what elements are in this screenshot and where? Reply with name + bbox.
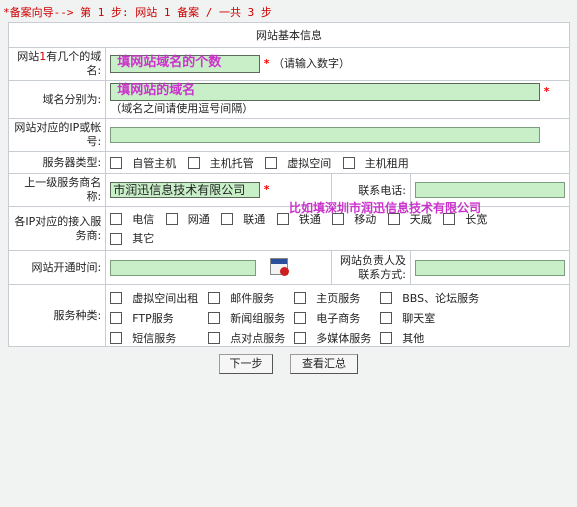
domain-names-label: 域名分别为: <box>7 80 107 119</box>
breadcrumb: *备案向导--> 第 1 步: 网站 1 备案 / 一共 3 步 <box>3 6 272 19</box>
next-step-button[interactable]: 下一步 <box>219 354 273 374</box>
ip-account-label: 网站对应的IP或帐号: <box>7 118 107 152</box>
isp-option: 网通 <box>187 212 210 226</box>
service-checkbox[interactable] <box>294 291 307 304</box>
ip-account-input[interactable] <box>110 127 541 143</box>
contact-input[interactable] <box>414 259 565 276</box>
service-types-label: 服务种类: <box>7 284 107 347</box>
phone-input[interactable] <box>414 182 565 198</box>
required-mark: * <box>263 57 270 70</box>
service-checkbox[interactable] <box>110 311 123 324</box>
domain-names-overlay: 填网站的域名 <box>117 83 196 98</box>
isp-checkbox[interactable] <box>165 213 178 225</box>
server-type-checkbox[interactable] <box>342 156 355 169</box>
domain-count-overlay: 填网站域名的个数 <box>117 55 222 70</box>
open-time-label: 网站开通时间: <box>7 250 107 285</box>
service-checkbox[interactable] <box>380 311 393 324</box>
required-mark: * <box>263 183 270 196</box>
service-option: 点对点服务 <box>230 331 286 345</box>
service-checkbox[interactable] <box>208 331 221 344</box>
service-option: 电子商务 <box>316 311 361 325</box>
service-checkbox[interactable] <box>294 311 307 324</box>
form-title: 网站基本信息 <box>8 22 570 48</box>
provider-value: 市润迅信息技术有限公司 <box>113 183 246 197</box>
server-type-option: 自管主机 <box>132 156 177 170</box>
domain-count-note: （请输入数字） <box>273 57 351 70</box>
open-time-input[interactable] <box>110 259 257 276</box>
server-type-checkbox[interactable] <box>110 156 123 169</box>
calendar-icon[interactable] <box>270 258 289 276</box>
domain-names-input[interactable]: 填网站的域名 <box>110 83 541 101</box>
isp-checkbox[interactable] <box>110 232 123 245</box>
service-option: 其他 <box>402 331 425 345</box>
service-option: 聊天室 <box>402 311 436 325</box>
service-checkbox[interactable] <box>208 291 221 304</box>
service-checkbox[interactable] <box>380 331 393 344</box>
domain-count-input[interactable]: 填网站域名的个数 <box>110 55 261 73</box>
required-mark: * <box>543 85 550 98</box>
site-info-form: 网站基本信息 网站1有几个的域名: 填网站域名的个数 * （请输入数字） 域名分… <box>7 22 571 347</box>
service-option: BBS、论坛服务 <box>402 291 480 305</box>
service-option: 多媒体服务 <box>316 331 372 345</box>
contact-label: 网站负责人及联系方式: <box>331 250 411 285</box>
isp-label: 各IP对应的接入服务商: <box>7 206 107 251</box>
domain-count-label: 网站1有几个的域名: <box>7 47 107 81</box>
service-option: 邮件服务 <box>230 291 275 305</box>
isp-checkbox[interactable] <box>110 213 123 225</box>
server-type-option: 主机租用 <box>364 156 409 170</box>
service-option: FTP服务 <box>132 311 174 325</box>
server-type-option: 虚拟空间 <box>287 156 332 170</box>
provider-example-hint: 比如填深圳市润迅信息技术有限公司 <box>289 201 482 215</box>
isp-option: 电信 <box>132 212 155 226</box>
service-option: 新闻组服务 <box>230 311 286 325</box>
isp-checkbox[interactable] <box>276 213 289 225</box>
service-option: 虚拟空间出租 <box>132 291 199 305</box>
server-type-label: 服务器类型: <box>7 151 107 174</box>
service-option: 主页服务 <box>316 291 361 305</box>
service-checkbox[interactable] <box>110 331 123 344</box>
view-summary-button[interactable]: 查看汇总 <box>290 354 358 374</box>
domain-names-note: （域名之间请使用逗号间隔） <box>110 102 254 115</box>
isp-option: 其它 <box>132 232 155 245</box>
server-type-checkbox[interactable] <box>187 156 200 169</box>
provider-label: 上一级服务商名称: <box>7 173 107 207</box>
service-checkbox[interactable] <box>208 311 221 324</box>
isp-option: 联通 <box>243 212 266 226</box>
service-option: 短信服务 <box>132 331 177 345</box>
service-checkbox[interactable] <box>294 331 307 344</box>
provider-input[interactable]: 市润迅信息技术有限公司 <box>110 182 261 198</box>
service-checkbox[interactable] <box>380 291 393 304</box>
server-type-checkbox[interactable] <box>265 156 278 169</box>
server-type-option: 主机托管 <box>209 156 254 170</box>
isp-checkbox[interactable] <box>221 213 234 225</box>
service-checkbox[interactable] <box>110 291 123 304</box>
